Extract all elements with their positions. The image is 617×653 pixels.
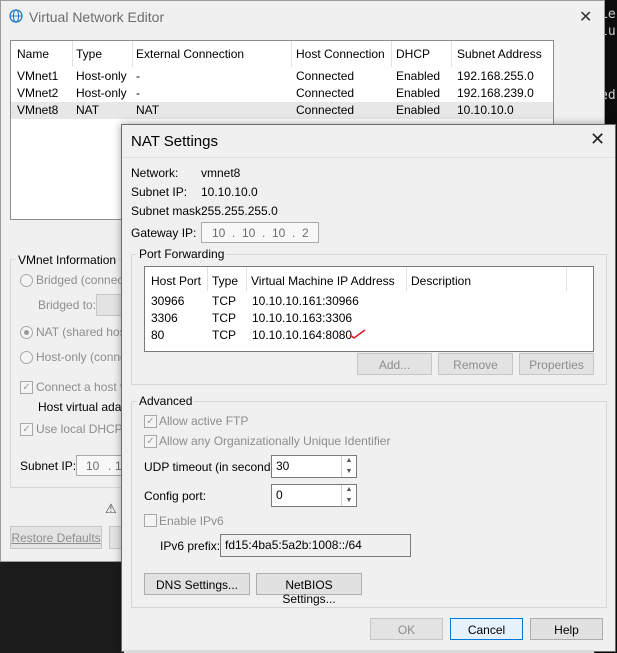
restore-defaults-button[interactable]: Restore Defaults bbox=[10, 526, 102, 549]
column-header-vm-ip[interactable]: Virtual Machine IP Address bbox=[251, 274, 395, 288]
ok-button[interactable]: OK bbox=[370, 618, 443, 640]
advanced-legend: Advanced bbox=[137, 394, 195, 408]
warning-icon: ⚠ bbox=[105, 501, 117, 516]
column-header-external-connection[interactable]: External Connection bbox=[136, 47, 244, 61]
globe-icon bbox=[9, 9, 23, 23]
subnet-ip-input[interactable]: 10 . 10 bbox=[76, 455, 128, 476]
gateway-ip-input[interactable]: 10 . 10 . 10 . 2 bbox=[201, 222, 319, 243]
local-dhcp-checkbox[interactable]: ✓ bbox=[20, 423, 33, 436]
config-port-spinbox[interactable]: 0 ▲ ▼ bbox=[271, 484, 357, 507]
enable-ipv6-label: Enable IPv6 bbox=[159, 514, 224, 528]
table-row[interactable]: VMnet1 Host-only - Connected Enabled 192… bbox=[11, 68, 553, 85]
udp-timeout-spinbox[interactable]: 30 ▲ ▼ bbox=[271, 455, 357, 478]
dialog-title: NAT Settings bbox=[131, 133, 218, 150]
column-header-host-port[interactable]: Host Port bbox=[151, 274, 201, 288]
allow-oui-checkbox[interactable]: ✓ bbox=[144, 435, 157, 448]
add-button[interactable]: Add... bbox=[357, 353, 432, 375]
table-row[interactable]: 3306 TCP 10.10.10.163:3306 bbox=[145, 310, 593, 327]
ipv6-prefix-field[interactable]: fd15:4ba5:5a2b:1008::/64 bbox=[220, 534, 411, 557]
bridged-to-label: Bridged to: bbox=[38, 298, 97, 312]
column-header-host-connection[interactable]: Host Connection bbox=[296, 47, 385, 61]
table-row[interactable]: VMnet2 Host-only - Connected Enabled 192… bbox=[11, 85, 553, 102]
red-checkmark-annotation bbox=[349, 329, 366, 339]
allow-active-ftp-checkbox[interactable]: ✓ bbox=[144, 415, 157, 428]
window-title: Virtual Network Editor bbox=[29, 9, 165, 25]
host-adapter-text: Host virtual adapt bbox=[38, 400, 132, 414]
network-label: Network: bbox=[131, 166, 179, 180]
host-only-label: Host-only (connec bbox=[36, 350, 133, 364]
enable-ipv6-checkbox[interactable] bbox=[144, 514, 157, 527]
connect-adapter-label: Connect a host vi bbox=[36, 380, 129, 394]
vmnet-information-legend: VMnet Information bbox=[15, 253, 120, 267]
bridged-radio[interactable] bbox=[20, 274, 33, 287]
config-port-label: Config port: bbox=[144, 489, 207, 503]
close-icon[interactable]: ✕ bbox=[579, 7, 592, 27]
subnet-mask-label: Subnet mask: bbox=[131, 204, 205, 218]
nat-settings-dialog: NAT Settings ✕ Network: vmnet8 Subnet IP… bbox=[121, 124, 616, 652]
column-header-type[interactable]: Type bbox=[76, 47, 102, 61]
column-header-dhcp[interactable]: DHCP bbox=[396, 47, 430, 61]
column-header-name[interactable]: Name bbox=[17, 47, 49, 61]
port-forwarding-list[interactable]: Host Port Type Virtual Machine IP Addres… bbox=[144, 266, 594, 352]
column-header-type[interactable]: Type bbox=[212, 274, 238, 288]
port-forwarding-legend: Port Forwarding bbox=[137, 247, 227, 261]
subnet-ip-value: 10.10.10.0 bbox=[201, 185, 258, 199]
properties-button[interactable]: Properties bbox=[519, 353, 594, 375]
column-header-description[interactable]: Description bbox=[411, 274, 471, 288]
allow-oui-label: Allow any Organizationally Unique Identi… bbox=[159, 434, 391, 448]
nat-radio[interactable] bbox=[20, 326, 33, 339]
cancel-button[interactable]: Cancel bbox=[450, 618, 523, 640]
netbios-settings-button[interactable]: NetBIOS Settings... bbox=[256, 573, 362, 606]
subnet-ip-label: Subnet IP: bbox=[20, 459, 77, 473]
subnet-ip-label: Subnet IP: bbox=[131, 185, 188, 199]
network-value: vmnet8 bbox=[201, 166, 241, 180]
host-only-radio[interactable] bbox=[20, 351, 33, 364]
connect-adapter-checkbox[interactable]: ✓ bbox=[20, 381, 33, 394]
column-header-subnet-address[interactable]: Subnet Address bbox=[457, 47, 542, 61]
dns-settings-button[interactable]: DNS Settings... bbox=[144, 573, 250, 595]
allow-active-ftp-label: Allow active FTP bbox=[159, 414, 249, 428]
table-row[interactable]: 80 TCP 10.10.10.164:8080 bbox=[145, 327, 593, 344]
ipv6-prefix-label: IPv6 prefix: bbox=[160, 539, 221, 553]
nat-label: NAT (shared host' bbox=[36, 325, 132, 339]
remove-button[interactable]: Remove bbox=[438, 353, 513, 375]
subnet-mask-value: 255.255.255.0 bbox=[201, 204, 278, 218]
gateway-ip-label: Gateway IP: bbox=[131, 226, 197, 240]
table-row-selected[interactable]: VMnet8 NAT NAT Connected Enabled 10.10.1… bbox=[11, 102, 553, 119]
help-button[interactable]: Help bbox=[530, 618, 603, 640]
table-row[interactable]: 30966 TCP 10.10.10.161:30966 bbox=[145, 293, 593, 310]
close-icon[interactable]: ✕ bbox=[590, 129, 605, 150]
udp-timeout-label: UDP timeout (in seconds): bbox=[144, 460, 284, 474]
